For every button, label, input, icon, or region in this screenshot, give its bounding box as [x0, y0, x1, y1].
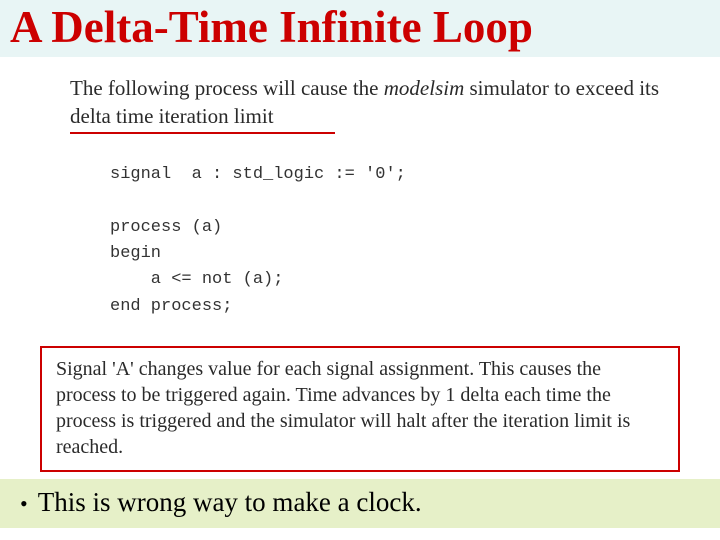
intro-italic: modelsim: [384, 76, 465, 100]
code-block: signal a : std_logic := '0'; process (a)…: [110, 162, 670, 320]
body-area: The following process will cause the mod…: [0, 57, 720, 320]
explanation-box: Signal 'A' changes value for each signal…: [40, 346, 680, 472]
title-band: A Delta-Time Infinite Loop: [0, 0, 720, 57]
intro-paragraph: The following process will cause the mod…: [70, 75, 670, 130]
explanation-text: Signal 'A' changes value for each signal…: [56, 356, 664, 460]
slide-title: A Delta-Time Infinite Loop: [10, 4, 710, 51]
bullet-text: This is wrong way to make a clock.: [38, 487, 422, 518]
underline-bar: [70, 132, 335, 134]
bullet-item: • This is wrong way to make a clock.: [14, 487, 706, 518]
slide-container: A Delta-Time Infinite Loop The following…: [0, 0, 720, 540]
intro-pre: The following process will cause the: [70, 76, 384, 100]
bullet-dot-icon: •: [14, 493, 28, 515]
bottom-band: • This is wrong way to make a clock.: [0, 479, 720, 528]
